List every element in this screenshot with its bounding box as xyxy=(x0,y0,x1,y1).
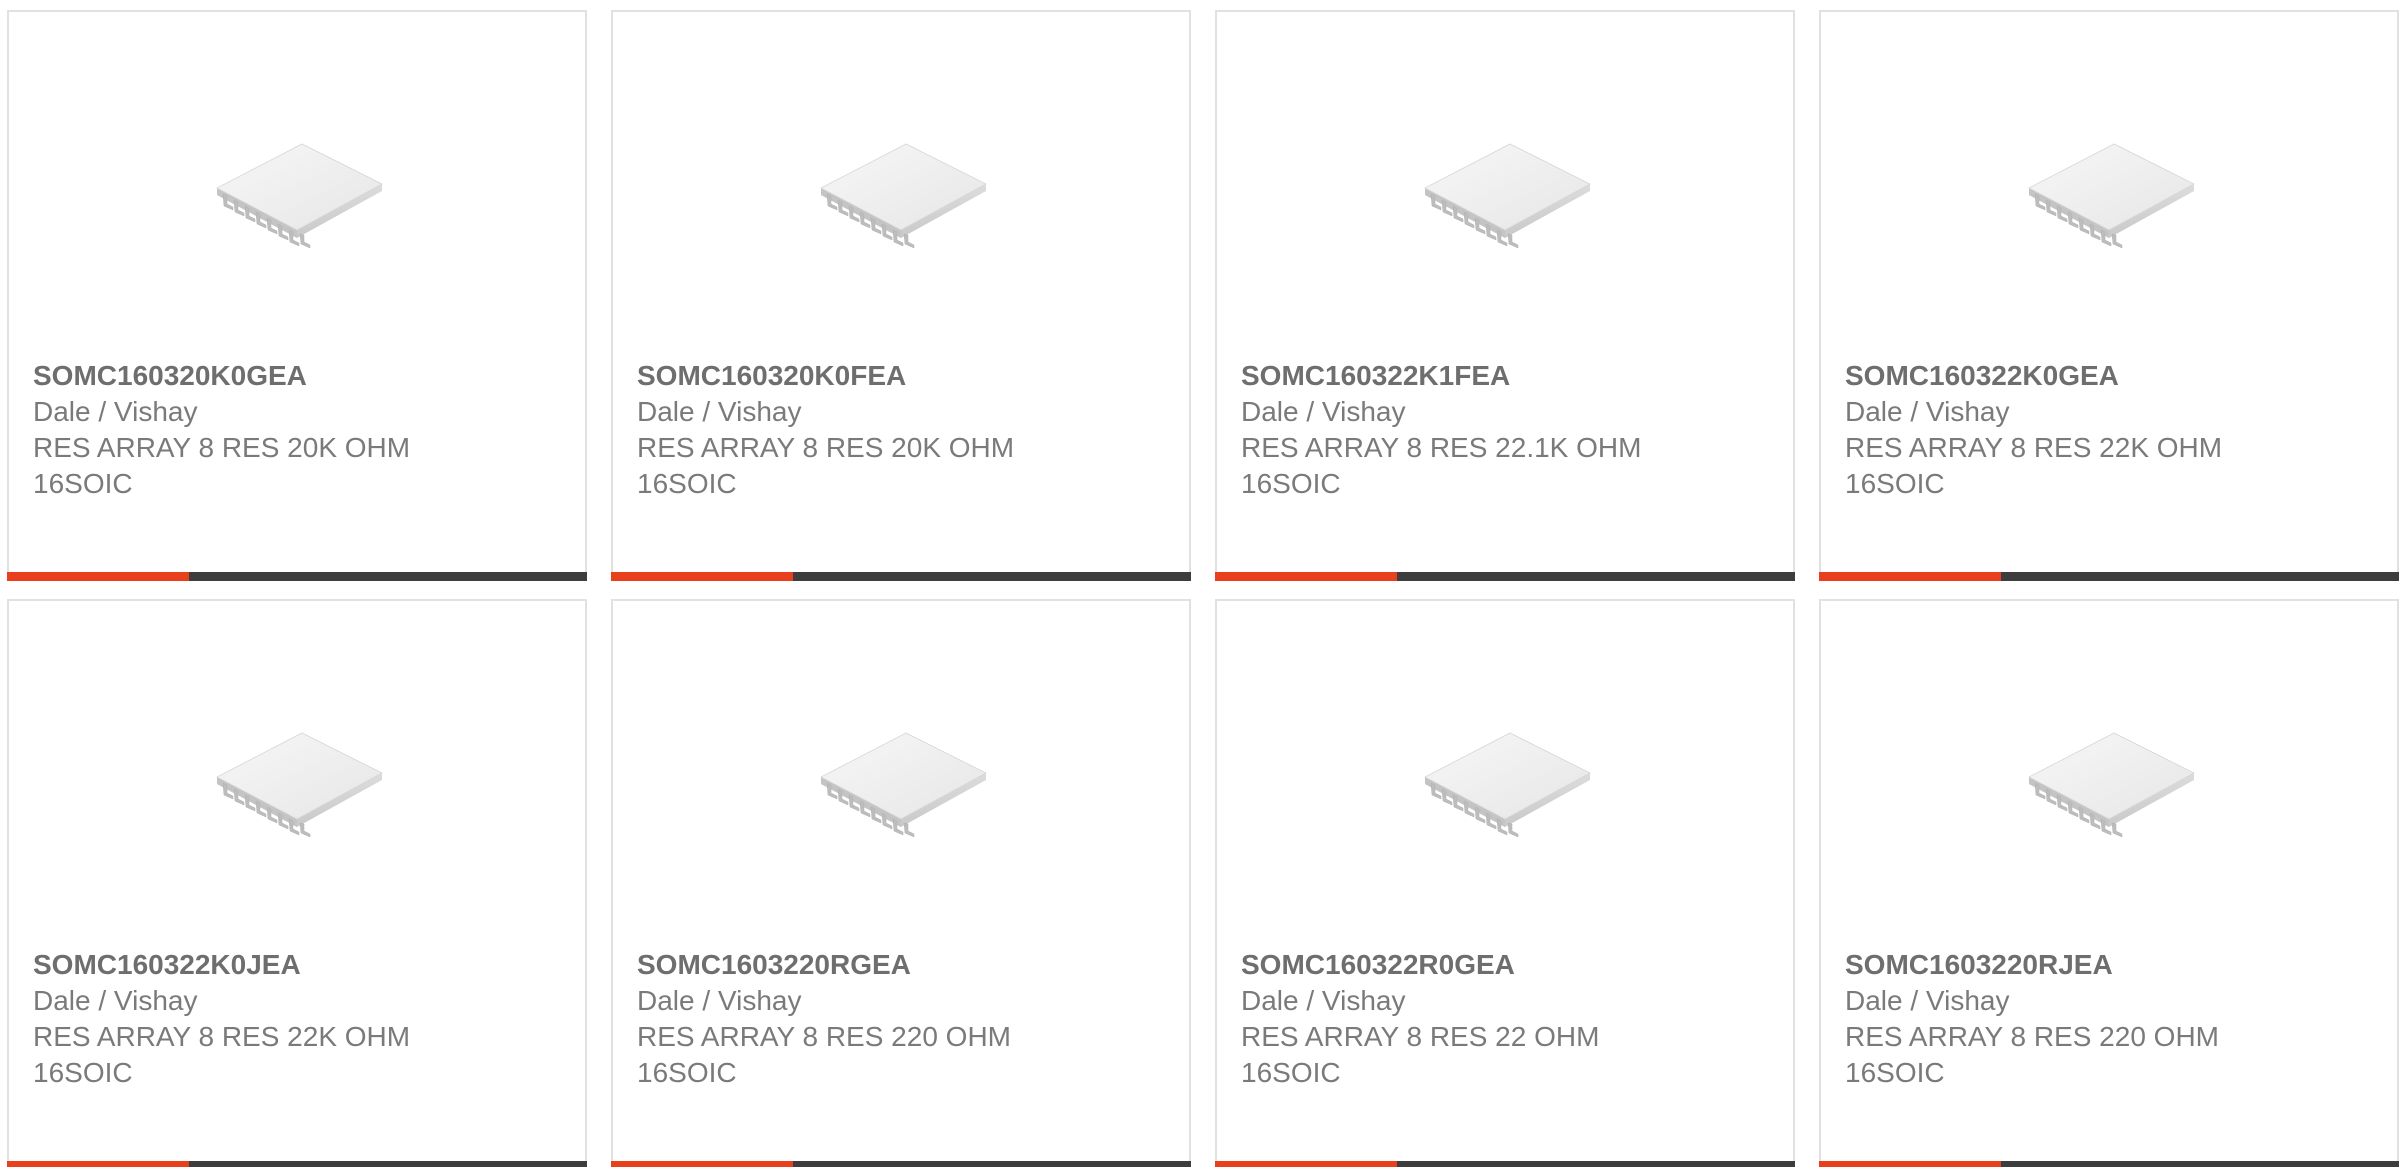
product-info: SOMC160322K0GEA Dale / Vishay RES ARRAY … xyxy=(1845,358,2373,502)
description-line: RES ARRAY 8 RES 20K OHM xyxy=(637,432,1015,463)
product-info: SOMC160320K0FEA Dale / Vishay RES ARRAY … xyxy=(637,358,1165,502)
product-info: SOMC160322R0GEA Dale / Vishay RES ARRAY … xyxy=(1241,947,1769,1091)
description-line: RES ARRAY 8 RES 220 OHM xyxy=(1845,1021,2219,1052)
description-line: RES ARRAY 8 RES 22K OHM xyxy=(33,1021,411,1052)
product-image xyxy=(1821,82,2397,302)
description-line: RES ARRAY 8 RES 22K OHM xyxy=(1845,432,2223,463)
manufacturer: Dale / Vishay xyxy=(1241,985,1406,1016)
package-type: 16SOIC xyxy=(1241,468,1341,499)
soic-16-chip-icon xyxy=(216,732,383,838)
soic-16-chip-icon xyxy=(820,732,987,838)
product-info: SOMC1603220RJEA Dale / Vishay RES ARRAY … xyxy=(1845,947,2373,1091)
product-image xyxy=(9,82,585,302)
soic-16-chip-icon xyxy=(2028,143,2195,249)
package-type: 16SOIC xyxy=(1845,468,1945,499)
card-bottom-bar xyxy=(1215,1161,1795,1167)
product-info: SOMC160320K0GEA Dale / Vishay RES ARRAY … xyxy=(33,358,561,502)
card-bottom-bar xyxy=(7,572,587,581)
soic-16-chip-icon xyxy=(1424,732,1591,838)
soic-16-chip-icon xyxy=(216,143,383,249)
package-type: 16SOIC xyxy=(637,468,737,499)
part-number[interactable]: SOMC160320K0GEA xyxy=(33,358,561,394)
product-card[interactable]: SOMC160322K0GEA Dale / Vishay RES ARRAY … xyxy=(1819,10,2399,581)
part-number[interactable]: SOMC160322K1FEA xyxy=(1241,358,1769,394)
description-line: RES ARRAY 8 RES 22.1K OHM xyxy=(1241,432,1642,463)
package-type: 16SOIC xyxy=(1241,1057,1341,1088)
card-accent-bar xyxy=(7,572,189,581)
manufacturer: Dale / Vishay xyxy=(637,985,802,1016)
part-number[interactable]: SOMC160322K0GEA xyxy=(1845,358,2373,394)
product-info: SOMC160322K0JEA Dale / Vishay RES ARRAY … xyxy=(33,947,561,1091)
product-card[interactable]: SOMC160320K0GEA Dale / Vishay RES ARRAY … xyxy=(7,10,587,581)
description-line: RES ARRAY 8 RES 220 OHM xyxy=(637,1021,1011,1052)
product-info: SOMC1603220RGEA Dale / Vishay RES ARRAY … xyxy=(637,947,1165,1091)
product-image xyxy=(613,82,1189,302)
part-number[interactable]: SOMC160322K0JEA xyxy=(33,947,561,983)
manufacturer: Dale / Vishay xyxy=(637,396,802,427)
card-bottom-bar xyxy=(1819,1161,2399,1167)
part-number[interactable]: SOMC1603220RJEA xyxy=(1845,947,2373,983)
product-image xyxy=(613,671,1189,891)
card-bottom-bar xyxy=(611,1161,1191,1167)
card-bottom-bar xyxy=(7,1161,587,1167)
card-accent-bar xyxy=(611,1161,793,1167)
card-bottom-bar xyxy=(1215,572,1795,581)
product-card[interactable]: SOMC1603220RGEA Dale / Vishay RES ARRAY … xyxy=(611,599,1191,1167)
description-line: RES ARRAY 8 RES 22 OHM xyxy=(1241,1021,1600,1052)
product-card[interactable]: SOMC1603220RJEA Dale / Vishay RES ARRAY … xyxy=(1819,599,2399,1167)
soic-16-chip-icon xyxy=(1424,143,1591,249)
card-bottom-bar xyxy=(611,572,1191,581)
product-image xyxy=(9,671,585,891)
product-image xyxy=(1217,82,1793,302)
manufacturer: Dale / Vishay xyxy=(33,396,198,427)
soic-16-chip-icon xyxy=(820,143,987,249)
card-accent-bar xyxy=(1819,572,2001,581)
card-accent-bar xyxy=(1215,1161,1397,1167)
card-accent-bar xyxy=(1819,1161,2001,1167)
manufacturer: Dale / Vishay xyxy=(1845,985,2010,1016)
part-number[interactable]: SOMC1603220RGEA xyxy=(637,947,1165,983)
product-card[interactable]: SOMC160320K0FEA Dale / Vishay RES ARRAY … xyxy=(611,10,1191,581)
soic-16-chip-icon xyxy=(2028,732,2195,838)
description-line: RES ARRAY 8 RES 20K OHM xyxy=(33,432,411,463)
product-card[interactable]: SOMC160322K1FEA Dale / Vishay RES ARRAY … xyxy=(1215,10,1795,581)
card-accent-bar xyxy=(1215,572,1397,581)
card-bottom-bar xyxy=(1819,572,2399,581)
package-type: 16SOIC xyxy=(33,1057,133,1088)
card-accent-bar xyxy=(611,572,793,581)
package-type: 16SOIC xyxy=(33,468,133,499)
part-number[interactable]: SOMC160320K0FEA xyxy=(637,358,1165,394)
package-type: 16SOIC xyxy=(1845,1057,1945,1088)
card-accent-bar xyxy=(7,1161,189,1167)
product-info: SOMC160322K1FEA Dale / Vishay RES ARRAY … xyxy=(1241,358,1769,502)
package-type: 16SOIC xyxy=(637,1057,737,1088)
product-image xyxy=(1217,671,1793,891)
product-card[interactable]: SOMC160322K0JEA Dale / Vishay RES ARRAY … xyxy=(7,599,587,1167)
product-image xyxy=(1821,671,2397,891)
manufacturer: Dale / Vishay xyxy=(33,985,198,1016)
product-card[interactable]: SOMC160322R0GEA Dale / Vishay RES ARRAY … xyxy=(1215,599,1795,1167)
manufacturer: Dale / Vishay xyxy=(1241,396,1406,427)
part-number[interactable]: SOMC160322R0GEA xyxy=(1241,947,1769,983)
manufacturer: Dale / Vishay xyxy=(1845,396,2010,427)
product-grid: SOMC160320K0GEA Dale / Vishay RES ARRAY … xyxy=(0,0,2400,1167)
